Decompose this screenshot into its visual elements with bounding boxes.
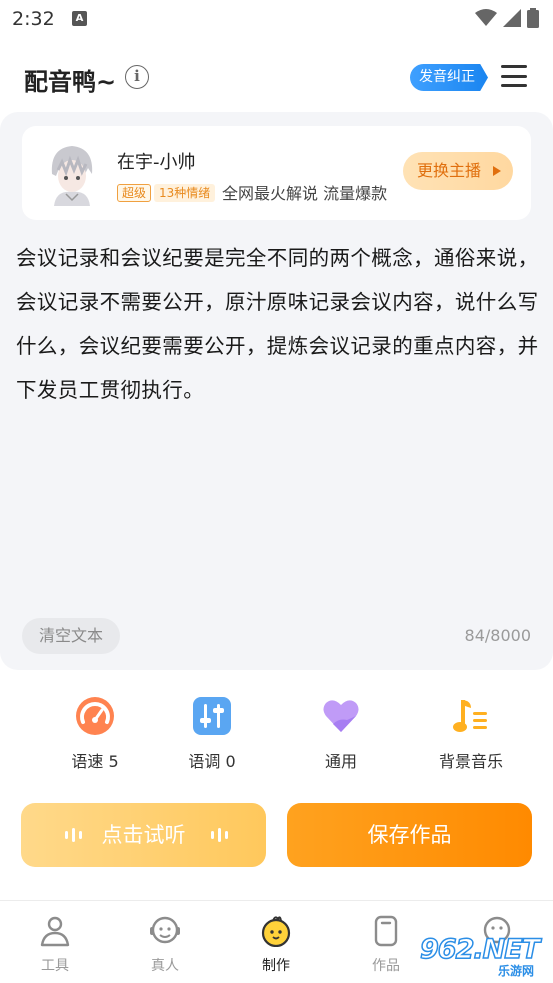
level-badge: 超级: [117, 184, 152, 202]
app-title: 配音鸭~: [24, 68, 117, 96]
switch-voice-label: 更换主播: [417, 161, 482, 180]
voice-card[interactable]: 在宇-小帅 超级 13种情绪 全网最火解说 流量爆款 更换主播: [22, 126, 531, 220]
nav-label-create: 制作: [262, 958, 290, 974]
site-watermark: 962.NET 乐游网: [414, 933, 550, 980]
tone-label: 语调 0: [188, 752, 236, 771]
signal-icon: [503, 9, 521, 27]
script-text[interactable]: 会议记录和会议纪要是完全不同的两个概念，通俗来说，会议记录不需要公开，原汁原味记…: [16, 236, 540, 412]
nav-item-tools[interactable]: 工具: [0, 901, 110, 983]
duck-icon: [261, 916, 291, 947]
switch-voice-button[interactable]: 更换主播: [403, 152, 513, 190]
save-work-button[interactable]: 保存作品: [287, 803, 532, 867]
info-icon[interactable]: i: [125, 65, 149, 89]
menu-icon[interactable]: [501, 65, 527, 87]
voice-name: 在宇-小帅: [117, 152, 196, 173]
style-label: 通用: [324, 752, 357, 771]
speed-gauge-icon: [76, 697, 114, 735]
notification-icon: A: [72, 11, 87, 26]
voice-avatar: [40, 140, 104, 206]
sound-wave-icon: [211, 827, 228, 843]
status-time: 2:32: [12, 8, 55, 30]
style-control[interactable]: 通用: [286, 692, 396, 778]
nav-label-tools: 工具: [41, 958, 69, 974]
watermark-sub: 乐游网: [498, 964, 535, 978]
status-bar: 2:32 A: [0, 0, 553, 38]
status-indicators: [475, 8, 539, 28]
tone-control[interactable]: 语调 0: [157, 692, 267, 778]
works-icon: [374, 915, 398, 947]
tool-icon: [40, 916, 70, 947]
preview-listen-label: 点击试听: [101, 823, 186, 847]
nav-item-create[interactable]: 制作: [221, 901, 331, 983]
text-editor-panel: 在宇-小帅 超级 13种情绪 全网最火解说 流量爆款 更换主播 会议记录和会议纪…: [0, 112, 553, 670]
voice-description: 全网最火解说 流量爆款: [222, 184, 388, 203]
tone-sliders-icon: [193, 697, 231, 735]
sound-wave-icon: [65, 827, 82, 843]
human-voice-icon: [150, 916, 180, 944]
background-music-label: 背景音乐: [438, 752, 503, 771]
speed-label: 语速 5: [71, 752, 119, 771]
battery-icon: [527, 8, 539, 28]
speed-control[interactable]: 语速 5: [40, 692, 150, 778]
background-music-control[interactable]: 背景音乐: [416, 692, 526, 778]
pronunciation-correction-button[interactable]: 发音纠正: [410, 64, 488, 91]
play-arrow-icon: [493, 166, 501, 176]
app-header: 配音鸭~ i 发音纠正: [0, 50, 553, 106]
avatar-illustration: [40, 140, 104, 206]
emotion-badge: 13种情绪: [154, 184, 216, 202]
watermark-logo: 962.NET: [419, 933, 541, 966]
nav-label-human: 真人: [151, 958, 179, 974]
music-note-icon: [453, 700, 487, 732]
voice-controls: 语速 5 语调 0 通用 背景音乐: [0, 692, 553, 778]
heart-icon: [323, 700, 359, 732]
clear-text-button[interactable]: 清空文本: [22, 618, 120, 654]
wifi-icon: [475, 9, 497, 26]
character-count: 84/8000: [464, 626, 531, 645]
nav-item-human[interactable]: 真人: [110, 901, 220, 983]
preview-listen-button[interactable]: 点击试听: [21, 803, 266, 867]
